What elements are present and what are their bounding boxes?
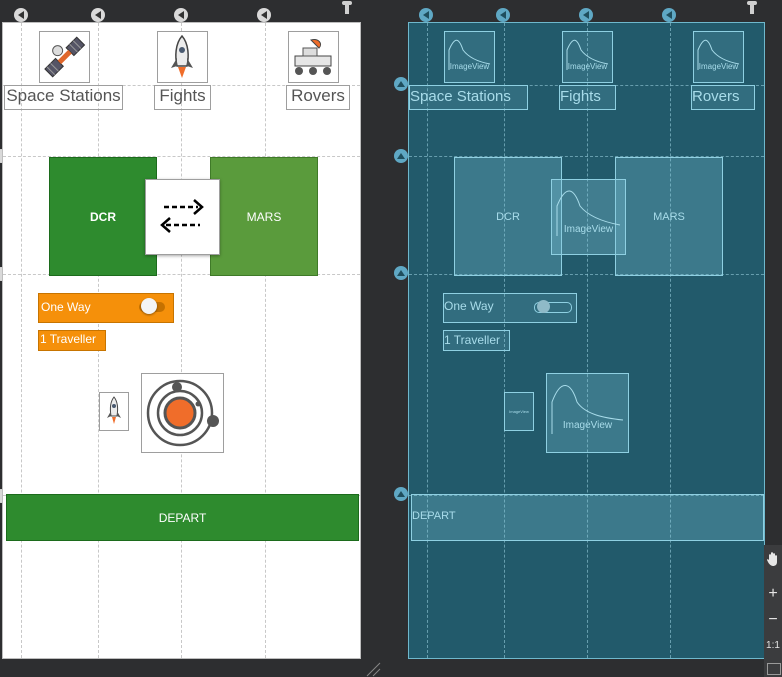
one-way-label: One Way [444, 299, 494, 313]
depart-button-blueprint[interactable]: DEPART [411, 494, 764, 541]
depart-button[interactable]: DEPART [6, 494, 359, 541]
depart-label: DEPART [158, 510, 207, 525]
pin-icon[interactable] [342, 1, 352, 14]
destination-label: MARS [246, 209, 282, 224]
image-view-placeholder[interactable]: ImageView [504, 392, 534, 431]
design-canvas: Space Stations Fights Rovers DCR MARS On… [2, 22, 361, 659]
constraint-handle[interactable] [496, 8, 510, 22]
origin-label: DCR [90, 209, 116, 224]
tab-fights-blueprint[interactable]: Fights [559, 85, 616, 110]
satellite-icon[interactable] [39, 31, 90, 83]
constraint-handle[interactable] [394, 77, 408, 91]
zoom-panel: + − 1:1 [764, 545, 782, 677]
constraint-handle[interactable] [91, 8, 105, 22]
zoom-frame-icon[interactable] [767, 663, 781, 675]
one-way-label: One Way [41, 300, 91, 314]
resize-handle-icon[interactable] [364, 660, 382, 677]
traveller-field-blueprint[interactable]: 1 Traveller [443, 330, 510, 351]
constraint-handle[interactable] [394, 487, 408, 501]
tab-rovers[interactable]: Rovers [286, 85, 350, 110]
one-way-switch-blueprint[interactable]: One Way [443, 293, 577, 323]
one-way-switch[interactable]: One Way [38, 293, 174, 323]
image-view-label: ImageView [563, 224, 614, 235]
constraint-handle[interactable] [579, 8, 593, 22]
constraint-handle[interactable] [394, 266, 408, 280]
switch-knob[interactable] [141, 298, 157, 314]
constraint-handle[interactable] [14, 8, 28, 22]
tab-space-stations[interactable]: Space Stations [4, 85, 123, 110]
destination-card-blueprint[interactable]: MARS [615, 157, 723, 276]
tab-label: Fights [560, 88, 601, 105]
rover-icon[interactable] [288, 31, 339, 83]
zoom-in-button[interactable]: + [764, 585, 782, 603]
image-view-placeholder[interactable]: ImageView [693, 31, 744, 83]
pan-hand-icon[interactable] [764, 551, 782, 572]
rocket-icon[interactable] [157, 31, 208, 83]
traveller-field[interactable]: 1 Traveller [38, 330, 106, 351]
origin-label: DCR [496, 210, 520, 223]
tab-fights[interactable]: Fights [154, 85, 211, 110]
constraint-handle[interactable] [257, 8, 271, 22]
origin-card-blueprint[interactable]: DCR [454, 157, 562, 276]
destination-card[interactable]: MARS [210, 157, 318, 276]
image-view-placeholder[interactable]: ImageView [562, 31, 613, 83]
zoom-fit-button[interactable]: 1:1 [764, 637, 782, 655]
constraint-handle[interactable] [419, 8, 433, 22]
image-view-label: ImageView [562, 420, 613, 431]
constraint-handle[interactable] [174, 8, 188, 22]
tab-space-stations-blueprint[interactable]: Space Stations [409, 85, 528, 110]
image-view-placeholder[interactable]: ImageView [551, 179, 626, 255]
pin-icon[interactable] [747, 1, 757, 14]
image-view-label: ImageView [567, 62, 608, 71]
zoom-out-button[interactable]: − [764, 611, 782, 629]
origin-card[interactable]: DCR [49, 157, 157, 276]
swap-arrows-icon[interactable] [145, 179, 220, 255]
tab-rovers-blueprint[interactable]: Rovers [691, 85, 755, 110]
constraint-handle[interactable] [394, 149, 408, 163]
tab-label: Space Stations [410, 88, 511, 105]
image-view-placeholder[interactable]: ImageView [546, 373, 629, 453]
tab-label: Rovers [692, 88, 740, 105]
image-view-placeholder[interactable]: ImageView [444, 31, 495, 83]
blueprint-canvas: ImageView ImageView ImageView Space Stat… [408, 22, 765, 659]
image-view-label: ImageView [509, 409, 529, 414]
image-view-label: ImageView [449, 62, 490, 71]
traveller-label: 1 Traveller [444, 333, 501, 347]
solar-system-icon [141, 373, 224, 453]
destination-label: MARS [653, 210, 685, 223]
traveller-label: 1 Traveller [40, 332, 97, 346]
depart-label: DEPART [412, 510, 456, 522]
rocket-icon [99, 392, 129, 431]
constraint-handle[interactable] [662, 8, 676, 22]
image-view-label: ImageView [698, 62, 739, 71]
